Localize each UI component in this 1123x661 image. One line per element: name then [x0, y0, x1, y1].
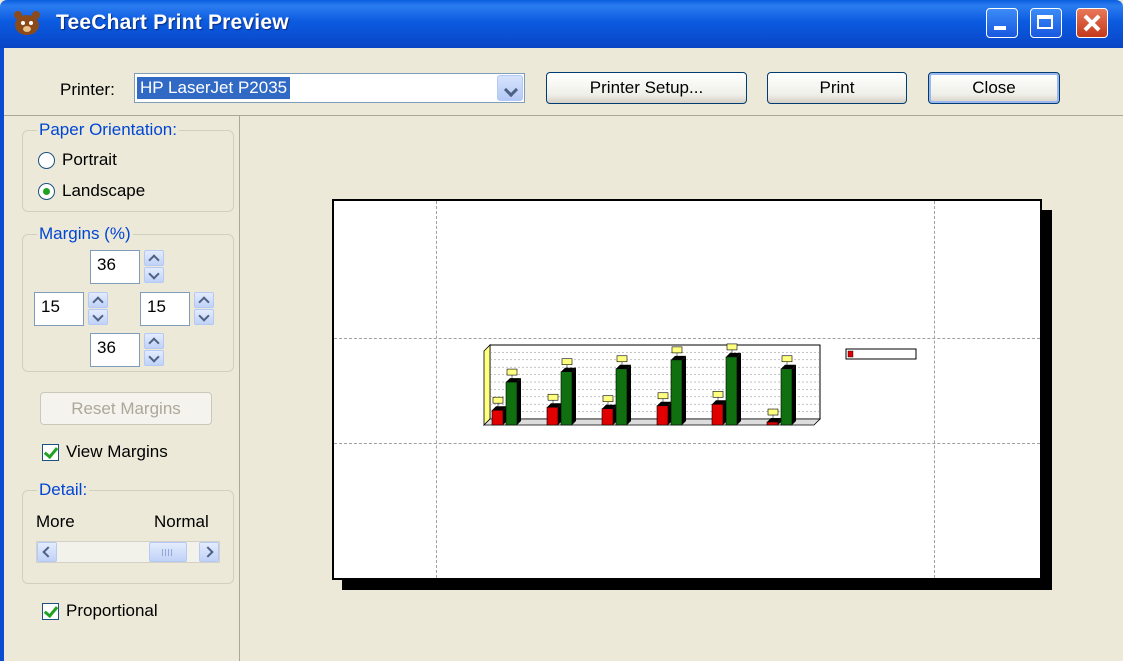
bar-mark-label: [767, 408, 779, 416]
bar-mark-label: [657, 392, 669, 400]
bar-mark-label: [561, 358, 573, 366]
right-margin-stepper[interactable]: 15: [140, 292, 214, 326]
scroll-left-icon[interactable]: [37, 542, 57, 562]
bar-mark-label: [712, 390, 724, 398]
bar-side-face: [517, 378, 521, 425]
spin-up-icon[interactable]: [88, 292, 108, 308]
bar-mark-label: [781, 355, 793, 363]
chart-bar: [491, 409, 504, 426]
view-margins-label[interactable]: View Margins: [66, 442, 168, 462]
left-margin-stepper[interactable]: 15: [34, 292, 108, 326]
top-margin-stepper[interactable]: 36: [90, 250, 164, 284]
portrait-radio[interactable]: [38, 152, 55, 169]
teechart-app-icon: [14, 11, 40, 35]
detail-slider[interactable]: [36, 541, 220, 563]
proportional-checkbox[interactable]: [42, 603, 59, 620]
maximize-button[interactable]: [1030, 8, 1062, 38]
top-margin-field[interactable]: 36: [90, 250, 140, 284]
bar-side-face: [572, 367, 576, 425]
chart-bar: [615, 368, 628, 426]
chart-bar: [560, 371, 573, 426]
scroll-right-icon[interactable]: [199, 542, 219, 562]
printer-label: Printer:: [60, 80, 115, 99]
landscape-label[interactable]: Landscape: [62, 181, 145, 201]
close-button[interactable]: Close: [928, 72, 1060, 104]
printer-select[interactable]: HP LaserJet P2035: [134, 73, 525, 103]
proportional-label[interactable]: Proportional: [66, 601, 158, 621]
reset-margins-button[interactable]: Reset Margins: [40, 392, 212, 425]
portrait-label[interactable]: Portrait: [62, 150, 117, 170]
margins-legend: Margins (%): [37, 224, 133, 244]
chevron-down-icon[interactable]: [497, 75, 523, 101]
spin-down-icon[interactable]: [144, 350, 164, 366]
chart-legend: [845, 348, 917, 360]
printer-setup-button[interactable]: Printer Setup...: [546, 72, 747, 104]
paper-orientation-legend: Paper Orientation:: [37, 120, 179, 140]
left-margin-field[interactable]: 15: [34, 292, 84, 326]
chart-bar: [670, 359, 683, 426]
chart-bar: [725, 356, 738, 426]
chart-bar: [656, 405, 669, 426]
spin-up-icon[interactable]: [144, 333, 164, 349]
close-window-button[interactable]: [1076, 8, 1108, 38]
chart-left-wall: [483, 344, 491, 426]
bar-mark-label: [492, 396, 504, 404]
detail-group: Detail:: [22, 480, 234, 584]
chart-bar: [546, 406, 559, 426]
bar-mark-label: [726, 343, 738, 351]
minimize-button[interactable]: [986, 8, 1018, 38]
chart-bar: [780, 368, 793, 426]
chart-bar: [601, 408, 614, 426]
chart-bar: [505, 381, 518, 426]
bar-chart: [483, 343, 917, 426]
bar-mark-label: [671, 346, 683, 354]
right-margin-field[interactable]: 15: [140, 292, 190, 326]
preview-page[interactable]: [332, 199, 1042, 580]
bar-mark-label: [602, 395, 614, 403]
landscape-radio[interactable]: [38, 183, 55, 200]
bar-side-face: [682, 355, 686, 425]
detail-normal-label: Normal: [154, 512, 209, 531]
bar-side-face: [792, 364, 796, 425]
title-bar: TeeChart Print Preview: [0, 0, 1123, 48]
bar-mark-label: [547, 393, 559, 401]
spin-down-icon[interactable]: [194, 309, 214, 325]
chart-bar: [766, 421, 779, 426]
view-margins-checkbox[interactable]: [42, 444, 59, 461]
bar-side-face: [737, 352, 741, 425]
bottom-margin-field[interactable]: 36: [90, 333, 140, 367]
bar-mark-label: [616, 355, 628, 363]
detail-slider-thumb[interactable]: [149, 542, 187, 562]
detail-legend: Detail:: [37, 480, 90, 500]
window-title: TeeChart Print Preview: [56, 11, 289, 34]
spin-down-icon[interactable]: [144, 267, 164, 283]
bar-mark-label: [506, 368, 518, 376]
spin-up-icon[interactable]: [144, 250, 164, 266]
printer-select-value: HP LaserJet P2035: [137, 77, 291, 99]
print-button[interactable]: Print: [767, 72, 907, 104]
legend-swatch: [847, 350, 854, 358]
chart-bar: [711, 403, 724, 426]
detail-more-label: More: [36, 512, 75, 531]
bottom-margin-stepper[interactable]: 36: [90, 333, 164, 367]
bar-side-face: [627, 364, 631, 425]
spin-up-icon[interactable]: [194, 292, 214, 308]
spin-down-icon[interactable]: [88, 309, 108, 325]
